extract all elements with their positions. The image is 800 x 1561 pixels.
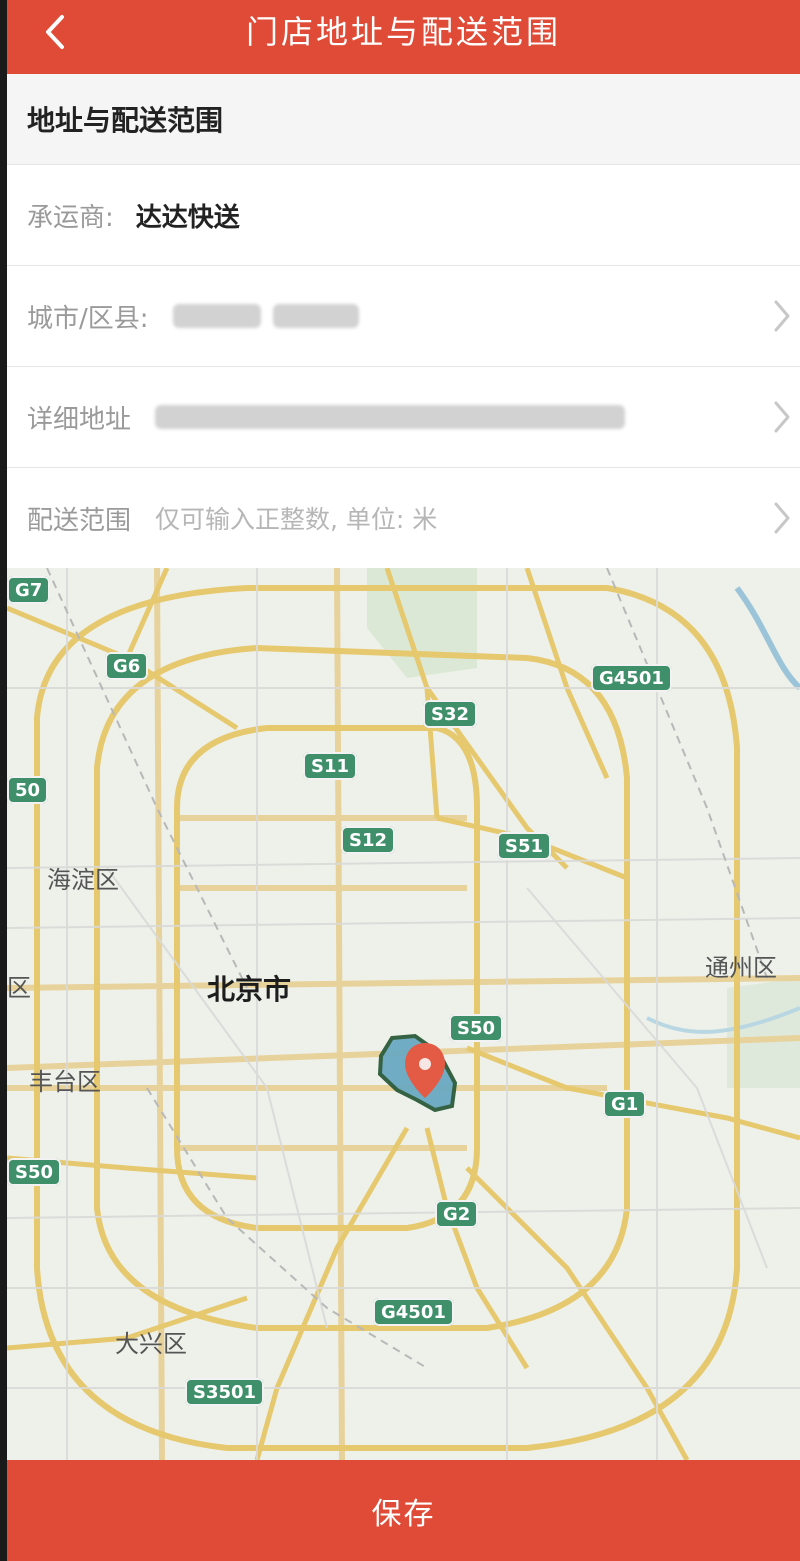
section-title: 地址与配送范围 <box>7 74 800 164</box>
route-badge-g4501-bottom: G4501 <box>373 1298 454 1326</box>
city-value-redacted-1 <box>172 304 261 328</box>
city-label: 城市/区县: <box>27 303 149 334</box>
route-badge-s32: S32 <box>423 700 478 728</box>
carrier-value: 达达快送 <box>135 202 240 233</box>
place-label-tongzhou: 通州区 <box>705 954 777 982</box>
section-title-text: 地址与配送范围 <box>27 104 224 137</box>
city-row[interactable]: 城市/区县: <box>7 265 800 366</box>
route-badge-g7: G7 <box>7 576 51 604</box>
city-value-redacted-2 <box>272 304 359 328</box>
route-badge-g2: G2 <box>435 1200 479 1228</box>
place-label-daxing: 大兴区 <box>115 1330 187 1358</box>
route-badge-s51: S51 <box>497 832 552 860</box>
delivery-range-input-placeholder[interactable]: 仅可输入正整数, 单位: 米 <box>155 500 437 536</box>
carrier-row: 承运商: 达达快送 <box>7 164 800 265</box>
route-badge-s12: S12 <box>341 826 396 854</box>
route-badge-50-left: 50 <box>7 776 49 804</box>
chevron-right-icon <box>774 300 790 332</box>
route-badge-g1: G1 <box>603 1090 647 1118</box>
delivery-range-row[interactable]: 配送范围 仅可输入正整数, 单位: 米 <box>7 467 800 568</box>
left-edge-strip <box>0 0 7 1561</box>
route-badge-s50-mid: S50 <box>449 1014 504 1042</box>
place-label-beijing: 北京市 <box>207 973 292 1006</box>
place-label-haidian: 海淀区 <box>47 866 119 894</box>
address-label: 详细地址 <box>27 404 132 435</box>
place-label-left-edge: 区 <box>7 974 31 1002</box>
save-button[interactable]: 保存 <box>7 1460 800 1561</box>
place-label-fengtai: 丰台区 <box>29 1068 101 1096</box>
route-badge-g4501-top: G4501 <box>591 664 672 692</box>
top-bar: 门店地址与配送范围 <box>7 0 800 74</box>
route-badge-s3501: S3501 <box>185 1378 265 1406</box>
app-frame: 门店地址与配送范围 地址与配送范围 承运商: 达达快送 城市/区县: 详细地址 … <box>0 0 800 1561</box>
chevron-right-icon <box>774 502 790 534</box>
route-badge-g6: G6 <box>105 652 149 680</box>
map-view[interactable]: G7 G6 G4501 S32 S11 S12 S51 50 S50 G1 S5… <box>7 568 800 1460</box>
route-badge-s11: S11 <box>303 752 358 780</box>
delivery-range-label: 配送范围 <box>27 505 132 536</box>
page-title: 门店地址与配送范围 <box>245 13 561 51</box>
address-row[interactable]: 详细地址 <box>7 366 800 467</box>
route-badge-s50-left: S50 <box>7 1158 62 1186</box>
chevron-right-icon <box>774 401 790 433</box>
carrier-label: 承运商: <box>27 202 114 233</box>
address-value-redacted <box>155 405 626 429</box>
